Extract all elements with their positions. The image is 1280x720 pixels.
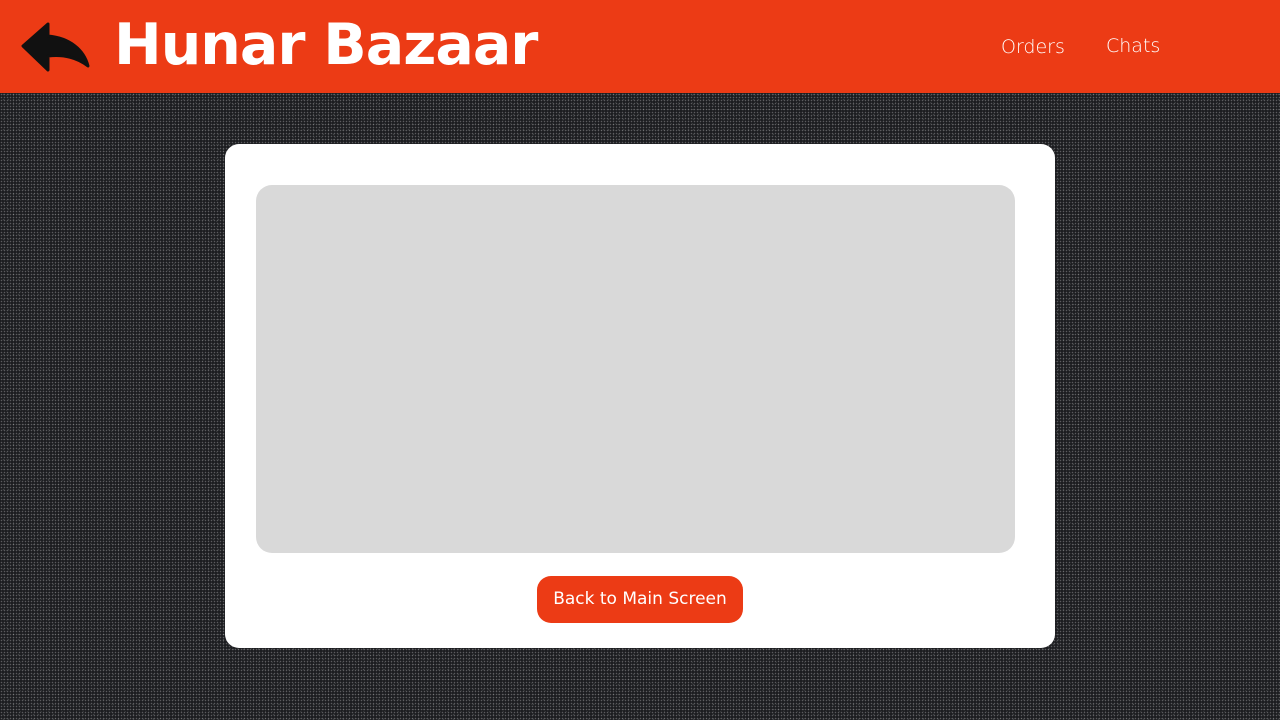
top-bar: Hunar Bazaar Orders Chats bbox=[0, 0, 1280, 93]
content-placeholder bbox=[256, 185, 1015, 553]
back-arrow-icon[interactable] bbox=[20, 20, 92, 74]
back-to-main-button[interactable]: Back to Main Screen bbox=[537, 576, 743, 623]
content-card: Back to Main Screen bbox=[225, 144, 1055, 648]
nav-orders-link[interactable]: Orders bbox=[1001, 35, 1065, 59]
nav-chats-link[interactable]: Chats bbox=[1106, 34, 1160, 58]
brand-title: Hunar Bazaar bbox=[114, 12, 538, 78]
